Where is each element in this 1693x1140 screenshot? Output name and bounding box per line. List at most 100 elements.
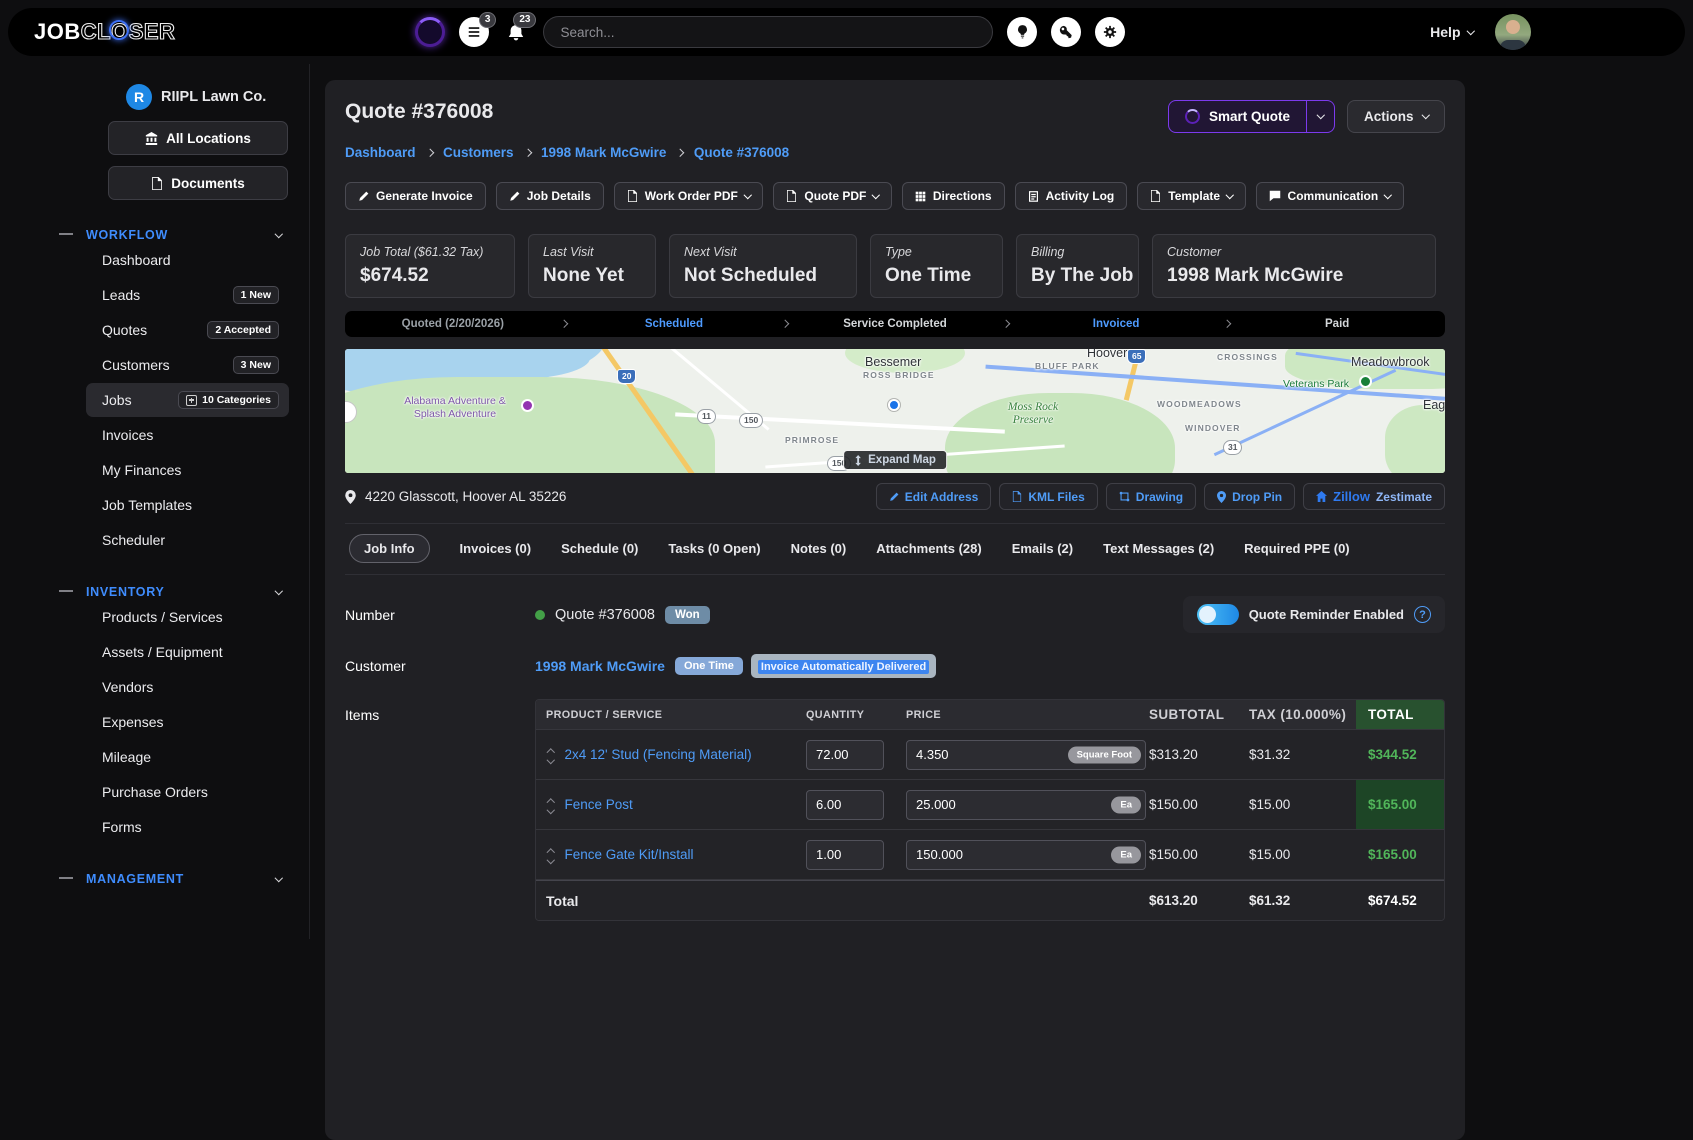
breadcrumb-customers[interactable]: Customers — [443, 145, 514, 160]
tab-notes[interactable]: Notes (0) — [791, 535, 847, 562]
help-circle-icon[interactable]: ? — [1414, 606, 1431, 623]
smart-quote-label: Smart Quote — [1209, 109, 1290, 124]
document-icon — [151, 177, 163, 190]
chat-icon — [1269, 190, 1281, 202]
edit-address-button[interactable]: Edit Address — [876, 483, 992, 510]
sidebar-item-leads[interactable]: Leads1 New — [86, 278, 289, 312]
quote-pdf-button[interactable]: Quote PDF — [773, 182, 892, 210]
sidebar-item-dashboard[interactable]: Dashboard — [86, 243, 289, 277]
tab-emails[interactable]: Emails (2) — [1012, 535, 1073, 562]
map[interactable]: BessemerAlabama Adventure & Splash Adven… — [345, 349, 1445, 473]
quantity-input[interactable] — [806, 790, 884, 820]
reorder-handle[interactable] — [546, 847, 554, 862]
sidebar-item-quotes[interactable]: Quotes2 Accepted — [86, 313, 289, 347]
quote-reminder-panel: Quote Reminder Enabled ? — [1183, 596, 1445, 633]
sidebar-item-my-finances[interactable]: My Finances — [86, 453, 289, 487]
quotes-badge: 2 Accepted — [207, 321, 279, 339]
quantity-input[interactable] — [806, 840, 884, 870]
section-inventory[interactable]: INVENTORY — [86, 585, 289, 599]
tab-required-ppe[interactable]: Required PPE (0) — [1244, 535, 1349, 562]
work-order-pdf-button[interactable]: Work Order PDF — [614, 182, 764, 210]
communication-button[interactable]: Communication — [1256, 182, 1404, 210]
product-link[interactable]: Fence Post — [565, 797, 633, 812]
drawing-button[interactable]: Drawing — [1106, 483, 1196, 510]
sidebar-item-job-templates[interactable]: Job Templates — [86, 488, 289, 522]
title-actions: Smart Quote Actions — [1168, 100, 1445, 133]
company-initial: R — [134, 89, 144, 105]
queue-button[interactable]: 3 — [459, 17, 489, 47]
sidebar-item-products-services[interactable]: Products / Services — [86, 600, 289, 634]
job-details-button[interactable]: Job Details — [496, 182, 604, 210]
section-management[interactable]: MANAGEMENT — [86, 872, 289, 886]
sidebar-item-mileage[interactable]: Mileage — [86, 740, 289, 774]
zillow-zestimate-button[interactable]: Zillow Zestimate — [1303, 483, 1445, 510]
tab-tasks[interactable]: Tasks (0 Open) — [668, 535, 760, 562]
documents-button[interactable]: Documents — [108, 166, 288, 200]
template-button[interactable]: Template — [1137, 182, 1245, 210]
price-input[interactable] — [906, 840, 1146, 870]
price-input[interactable] — [906, 790, 1146, 820]
breadcrumb-quote[interactable]: Quote #376008 — [694, 145, 789, 160]
tab-attachments[interactable]: Attachments (28) — [876, 535, 981, 562]
generate-invoice-button[interactable]: Generate Invoice — [345, 182, 486, 210]
reorder-handle[interactable] — [546, 747, 554, 762]
smart-quote-caret[interactable] — [1307, 100, 1335, 133]
recording-ring-icon[interactable] — [415, 17, 445, 47]
attraction-icon[interactable] — [521, 399, 534, 412]
sidebar-item-vendors[interactable]: Vendors — [86, 670, 289, 704]
sidebar-item-scheduler[interactable]: Scheduler — [86, 523, 289, 557]
pipeline-paid[interactable]: Paid — [1229, 318, 1445, 330]
notifications-count-badge: 23 — [513, 12, 536, 28]
smart-quote-main[interactable]: Smart Quote — [1168, 100, 1307, 133]
product-link[interactable]: 2x4 12' Stud (Fencing Material) — [565, 747, 752, 762]
tab-schedule[interactable]: Schedule (0) — [561, 535, 638, 562]
pipeline-quoted[interactable]: Quoted (2/20/2026) — [345, 318, 561, 330]
search-input[interactable] — [543, 16, 993, 48]
pipeline-service-completed[interactable]: Service Completed — [787, 318, 1003, 330]
inventory-title: INVENTORY — [86, 585, 165, 599]
sidebar-item-assets-equipment[interactable]: Assets / Equipment — [86, 635, 289, 669]
reorder-handle[interactable] — [546, 797, 554, 812]
company-switcher[interactable]: R RIIPL Lawn Co. — [126, 84, 289, 110]
kml-files-button[interactable]: KML Files — [999, 483, 1097, 510]
job-location-marker[interactable] — [888, 399, 900, 411]
sidebar-item-expenses[interactable]: Expenses — [86, 705, 289, 739]
workflow-title: WORKFLOW — [86, 228, 168, 242]
key-button[interactable] — [1051, 17, 1081, 47]
pencil-icon — [889, 492, 899, 502]
app-logo[interactable]: JOBCLOSER — [34, 19, 175, 45]
pipeline-scheduled[interactable]: Scheduled — [566, 318, 782, 330]
customer-link[interactable]: 1998 Mark McGwire — [535, 658, 665, 674]
all-locations-button[interactable]: All Locations — [108, 121, 288, 155]
user-avatar[interactable] — [1495, 14, 1531, 50]
directions-button[interactable]: Directions — [902, 182, 1005, 210]
breadcrumb-customer-name[interactable]: 1998 Mark McGwire — [541, 145, 666, 160]
sidebar-item-jobs[interactable]: Jobs10 Categories — [86, 383, 289, 417]
quote-reminder-toggle[interactable] — [1197, 604, 1239, 625]
pin-icon — [1217, 491, 1226, 503]
lightbulb-button[interactable] — [1007, 17, 1037, 47]
quantity-input[interactable] — [806, 740, 884, 770]
activity-log-button[interactable]: Activity Log — [1015, 182, 1128, 210]
smart-quote-button[interactable]: Smart Quote — [1168, 100, 1335, 133]
drop-pin-button[interactable]: Drop Pin — [1204, 483, 1295, 510]
actions-button[interactable]: Actions — [1347, 100, 1445, 133]
help-menu[interactable]: Help — [1430, 24, 1473, 40]
tab-text-messages[interactable]: Text Messages (2) — [1103, 535, 1214, 562]
sidebar-item-purchase-orders[interactable]: Purchase Orders — [86, 775, 289, 809]
sidebar-item-customers[interactable]: Customers3 New — [86, 348, 289, 382]
settings-button[interactable] — [1095, 17, 1125, 47]
breadcrumb: Dashboard Customers 1998 Mark McGwire Qu… — [345, 145, 1445, 160]
tab-invoices[interactable]: Invoices (0) — [460, 535, 532, 562]
title-row: Quote #376008 Smart Quote Actions — [345, 100, 1445, 133]
section-workflow[interactable]: WORKFLOW — [86, 228, 289, 242]
sidebar-item-forms[interactable]: Forms — [86, 810, 289, 844]
notifications-button[interactable]: 23 — [503, 17, 529, 47]
expand-map-button[interactable]: Expand Map — [843, 450, 947, 470]
park-icon[interactable] — [1359, 375, 1372, 388]
pipeline-invoiced[interactable]: Invoiced — [1008, 318, 1224, 330]
breadcrumb-dashboard[interactable]: Dashboard — [345, 145, 416, 160]
tab-job-info[interactable]: Job Info — [349, 534, 430, 563]
sidebar-item-invoices[interactable]: Invoices — [86, 418, 289, 452]
product-link[interactable]: Fence Gate Kit/Install — [565, 847, 694, 862]
